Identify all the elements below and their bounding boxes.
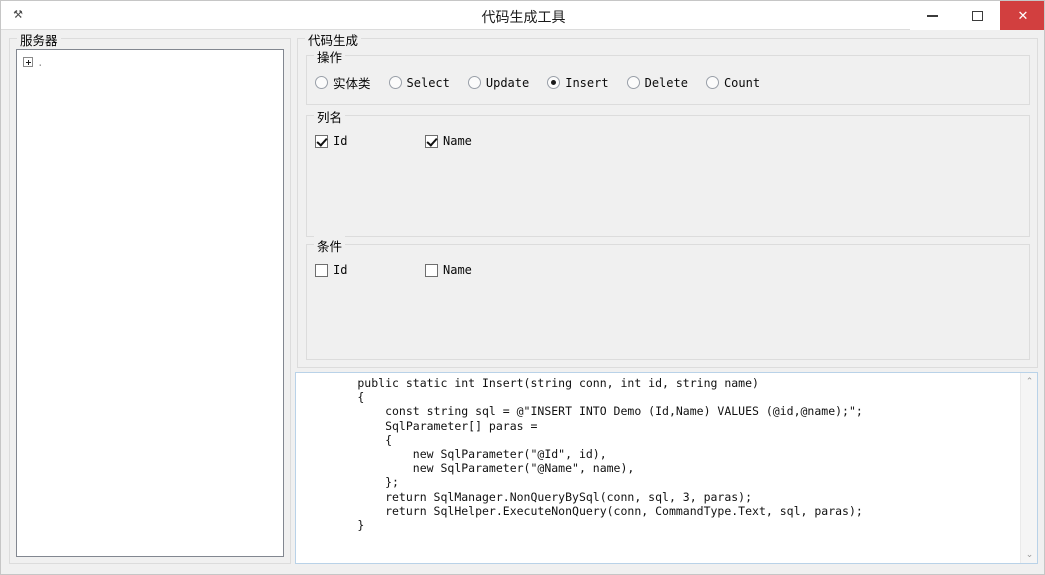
radio-label: 实体类 bbox=[333, 76, 371, 91]
operation-group-label: 操作 bbox=[314, 47, 346, 66]
minimize-icon bbox=[927, 14, 938, 17]
radio-count[interactable]: Count bbox=[705, 75, 761, 90]
generated-code-text[interactable]: public static int Insert(string conn, in… bbox=[296, 376, 1011, 562]
radio-label: Insert bbox=[565, 75, 609, 90]
radio-icon bbox=[315, 76, 328, 89]
columns-group: 列名 Id Name bbox=[306, 107, 1030, 237]
column-cell-name: Name bbox=[425, 134, 535, 148]
tree-node[interactable]: . bbox=[23, 54, 283, 70]
scroll-down-arrow-icon[interactable]: ⌄ bbox=[1021, 546, 1037, 563]
radio-icon bbox=[388, 76, 402, 89]
checkbox-icon bbox=[425, 263, 438, 277]
scroll-up-arrow-icon[interactable]: ⌃ bbox=[1021, 373, 1037, 390]
checkbox-label: Name bbox=[443, 134, 472, 148]
code-output-box[interactable]: public static int Insert(string conn, in… bbox=[295, 372, 1038, 564]
checkbox-checked-icon bbox=[425, 134, 438, 148]
window-controls: ✕ bbox=[910, 1, 1044, 30]
radio-update[interactable]: Update bbox=[467, 75, 530, 90]
close-button[interactable]: ✕ bbox=[1000, 1, 1044, 30]
checkbox-label: Id bbox=[333, 134, 348, 148]
server-group: 服务器 . bbox=[9, 30, 291, 564]
radio-icon bbox=[705, 76, 719, 89]
server-group-label: 服务器 bbox=[17, 30, 61, 49]
condition-cell-name: Name bbox=[425, 263, 535, 277]
checkbox-condition-id[interactable]: Id bbox=[315, 263, 347, 277]
maximize-button[interactable] bbox=[955, 1, 1000, 30]
checkbox-column-id[interactable]: Id bbox=[315, 134, 347, 148]
scrollbar-track[interactable] bbox=[1021, 390, 1037, 546]
code-vertical-scrollbar[interactable]: ⌃ ⌄ bbox=[1020, 373, 1037, 563]
columns-group-label: 列名 bbox=[314, 107, 346, 126]
operation-group: 操作 实体类 Select Update Insert Delete Count bbox=[306, 47, 1030, 105]
radio-label: Select bbox=[406, 75, 450, 90]
radio-icon bbox=[467, 76, 481, 89]
conditions-group: 条件 Id Name bbox=[306, 236, 1030, 360]
radio-icon-selected bbox=[547, 76, 561, 89]
radio-select[interactable]: Select bbox=[388, 75, 450, 90]
codegen-group: 代码生成 操作 实体类 Select Update Insert Delete … bbox=[297, 30, 1038, 368]
conditions-group-label: 条件 bbox=[314, 236, 346, 255]
radio-label: Update bbox=[485, 75, 530, 90]
maximize-icon bbox=[972, 10, 983, 21]
close-icon: ✕ bbox=[1017, 8, 1029, 23]
minimize-button[interactable] bbox=[910, 1, 955, 30]
app-window: ⚒ 代码生成工具 ✕ 服务器 . 代码生成 操作 实体类 Select Upda… bbox=[0, 0, 1045, 575]
tree-node-label: . bbox=[37, 55, 45, 69]
operation-radio-row: 实体类 Select Update Insert Delete Count bbox=[315, 73, 778, 92]
conditions-checkbox-row: Id Name bbox=[315, 263, 535, 277]
expand-plus-icon[interactable] bbox=[23, 57, 33, 67]
condition-cell-id: Id bbox=[315, 263, 425, 277]
radio-entity-class[interactable]: 实体类 bbox=[315, 73, 371, 92]
window-title: 代码生成工具 bbox=[481, 10, 566, 26]
checkbox-checked-icon bbox=[315, 134, 328, 148]
radio-label: Delete bbox=[644, 75, 688, 90]
title-bar: ⚒ 代码生成工具 ✕ bbox=[1, 1, 1044, 30]
checkbox-label: Name bbox=[443, 263, 472, 277]
radio-icon bbox=[626, 76, 640, 89]
column-cell-id: Id bbox=[315, 134, 425, 148]
columns-checkbox-row: Id Name bbox=[315, 134, 535, 148]
radio-delete[interactable]: Delete bbox=[626, 75, 688, 90]
checkbox-label: Id bbox=[333, 263, 348, 277]
checkbox-condition-name[interactable]: Name bbox=[425, 263, 472, 277]
checkbox-icon bbox=[315, 263, 328, 277]
radio-insert[interactable]: Insert bbox=[547, 75, 609, 90]
radio-label: Count bbox=[723, 75, 761, 90]
checkbox-column-name[interactable]: Name bbox=[425, 134, 472, 148]
server-tree-view[interactable]: . bbox=[16, 49, 284, 557]
